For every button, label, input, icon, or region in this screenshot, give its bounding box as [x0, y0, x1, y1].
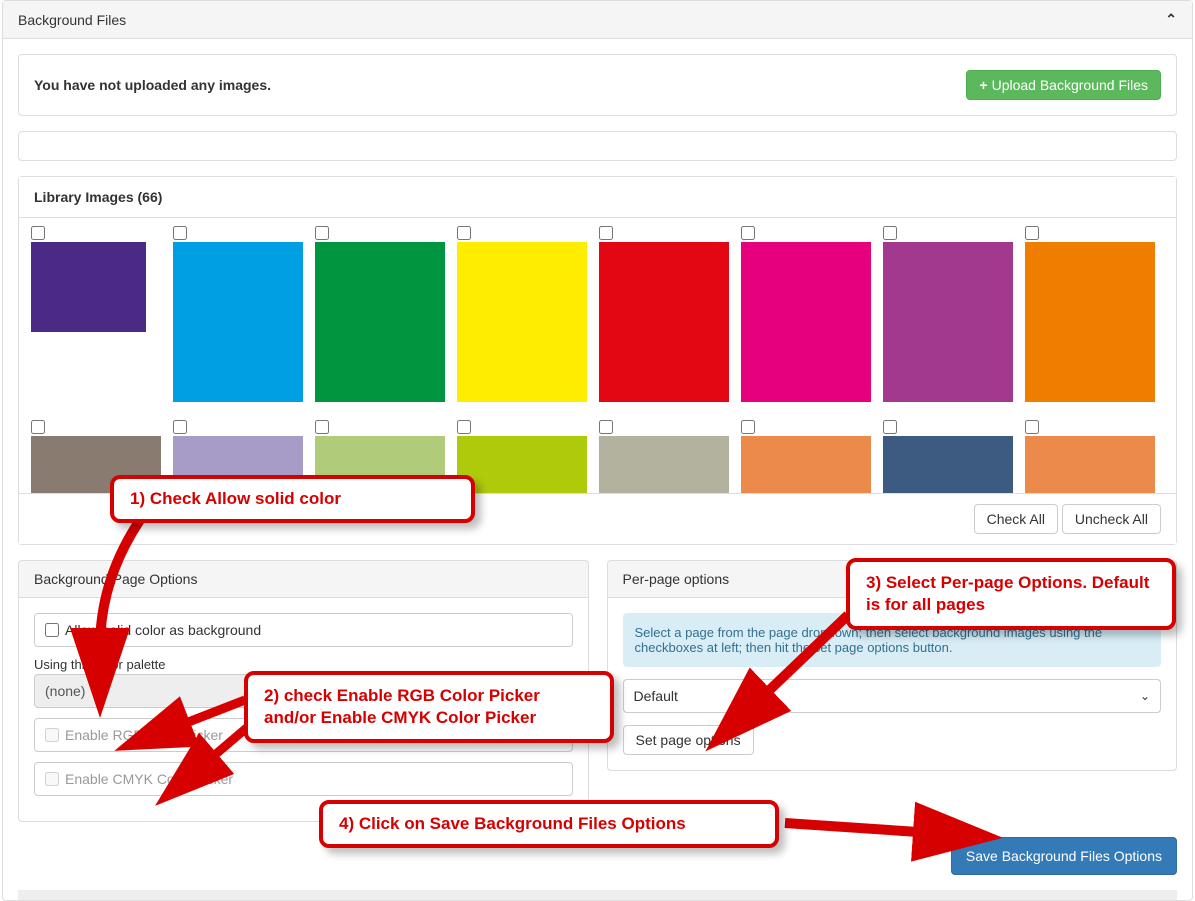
swatch-color: [457, 436, 587, 493]
swatch-checkbox[interactable]: [315, 226, 329, 240]
swatch-item[interactable]: [741, 226, 871, 402]
library-scroll-area[interactable]: [19, 218, 1176, 493]
swatch-checkbox[interactable]: [31, 420, 45, 434]
check-all-button[interactable]: Check All: [974, 504, 1058, 534]
palette-value: (none): [45, 683, 85, 699]
swatch-color: [1025, 242, 1155, 402]
swatch-checkbox[interactable]: [1025, 420, 1039, 434]
enable-cmyk-checkbox[interactable]: [45, 772, 59, 786]
swatch-checkbox[interactable]: [173, 226, 187, 240]
page-select-value: Default: [634, 688, 678, 704]
enable-cmyk-label: Enable CMYK Color Picker: [65, 771, 233, 787]
swatch-checkbox[interactable]: [315, 420, 329, 434]
swatch-item[interactable]: [883, 420, 1013, 493]
swatch-checkbox[interactable]: [599, 420, 613, 434]
swatch-checkbox[interactable]: [1025, 226, 1039, 240]
swatch-checkbox[interactable]: [457, 226, 471, 240]
enable-cmyk-row[interactable]: Enable CMYK Color Picker: [34, 762, 573, 796]
swatch-color: [31, 242, 146, 332]
swatch-color: [315, 242, 445, 402]
swatch-item[interactable]: [1025, 226, 1155, 402]
swatch-item[interactable]: [599, 226, 729, 402]
save-background-files-options-button[interactable]: Save Background Files Options: [951, 837, 1177, 875]
swatch-checkbox[interactable]: [457, 420, 471, 434]
uncheck-all-button[interactable]: Uncheck All: [1062, 504, 1161, 534]
swatch-checkbox[interactable]: [599, 226, 613, 240]
no-images-text: You have not uploaded any images.: [34, 77, 271, 93]
bg-page-options-title: Background Page Options: [18, 560, 589, 597]
swatch-checkbox[interactable]: [741, 420, 755, 434]
empty-spacer: [18, 131, 1177, 161]
swatch-item[interactable]: [31, 226, 161, 402]
annotation-step1: 1) Check Allow solid color: [110, 475, 475, 523]
plus-icon: +: [979, 77, 987, 93]
set-page-options-button[interactable]: Set page options: [623, 725, 754, 755]
swatch-checkbox[interactable]: [883, 226, 897, 240]
chevron-down-icon: ⌄: [1140, 689, 1150, 703]
swatch-color: [599, 436, 729, 493]
swatch-color: [173, 242, 303, 402]
swatch-item[interactable]: [599, 420, 729, 493]
swatch-item[interactable]: [1025, 420, 1155, 493]
swatch-checkbox[interactable]: [173, 420, 187, 434]
swatch-checkbox[interactable]: [741, 226, 755, 240]
enable-rgb-checkbox[interactable]: [45, 728, 59, 742]
swatch-color: [457, 242, 587, 402]
annotation-step2: 2) check Enable RGB Color Picker and/or …: [244, 671, 614, 743]
annotation-step3: 3) Select Per-page Options. Default is f…: [846, 558, 1176, 630]
background-files-header[interactable]: Background Files ⌃: [3, 1, 1192, 39]
swatch-item[interactable]: [173, 226, 303, 402]
swatch-color: [1025, 436, 1155, 493]
swatch-item[interactable]: [457, 420, 587, 493]
swatch-item[interactable]: [315, 226, 445, 402]
page-select-dropdown[interactable]: Default ⌄: [623, 679, 1162, 713]
swatch-checkbox[interactable]: [883, 420, 897, 434]
swatch-color: [883, 436, 1013, 493]
background-files-title: Background Files: [18, 12, 126, 28]
allow-solid-label: Allow solid color as background: [65, 622, 261, 638]
annotation-step4: 4) Click on Save Background Files Option…: [319, 800, 779, 848]
chevron-up-icon[interactable]: ⌃: [1165, 11, 1177, 28]
allow-solid-checkbox[interactable]: [45, 623, 59, 637]
swatch-color: [883, 242, 1013, 402]
library-images-title: Library Images (66): [19, 177, 1176, 218]
swatch-color: [741, 242, 871, 402]
swatch-item[interactable]: [457, 226, 587, 402]
enable-rgb-label: Enable RGB Color Picker: [65, 727, 223, 743]
swatch-item[interactable]: [741, 420, 871, 493]
palette-label: Using this color palette: [34, 657, 573, 672]
swatch-checkbox[interactable]: [31, 226, 45, 240]
swatch-item[interactable]: [883, 226, 1013, 402]
upload-button-label: Upload Background Files: [992, 77, 1148, 93]
allow-solid-color-row[interactable]: Allow solid color as background: [34, 613, 573, 647]
upload-background-files-button[interactable]: + Upload Background Files: [966, 70, 1161, 100]
swatch-color: [599, 242, 729, 402]
swatch-color: [741, 436, 871, 493]
